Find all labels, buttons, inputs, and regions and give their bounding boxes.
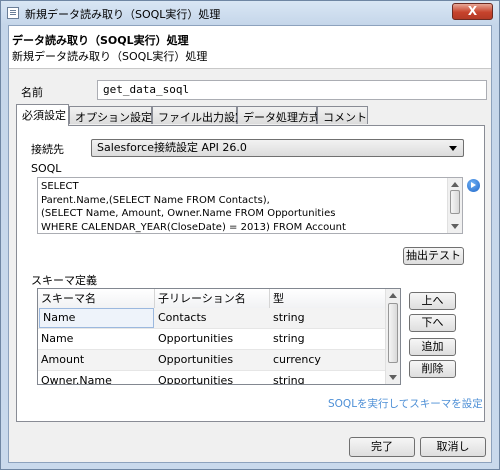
scroll-down-icon[interactable]	[389, 375, 397, 380]
grid-scrollbar[interactable]	[385, 289, 400, 384]
connection-select[interactable]: Salesforce接続設定 API 26.0	[91, 139, 464, 157]
table-cell[interactable]: string	[270, 371, 386, 384]
table-cell[interactable]: currency	[270, 350, 386, 370]
ok-button[interactable]: 完了	[349, 437, 415, 457]
scroll-up-icon[interactable]	[389, 293, 397, 298]
close-button[interactable]: X	[452, 3, 493, 20]
name-label: 名前	[21, 86, 43, 99]
scroll-thumb[interactable]	[388, 303, 398, 363]
column-header-type[interactable]: 型	[270, 289, 386, 308]
soql-text: SELECT Parent.Name,(SELECT Name FROM Con…	[41, 181, 346, 233]
table-cell[interactable]: Name	[39, 308, 154, 328]
scroll-thumb[interactable]	[450, 190, 460, 214]
chevron-down-icon	[449, 146, 457, 151]
column-header-child-relation[interactable]: 子リレーション名	[155, 289, 270, 308]
schema-label: スキーマ定義	[31, 274, 97, 287]
dialog-header: データ読み取り（SOQL実行）処理 新規データ読み取り（SOQL実行）処理	[9, 26, 491, 69]
name-input[interactable]: get_data_soql	[97, 80, 487, 100]
window-title: 新規データ読み取り（SOQL実行）処理	[25, 8, 221, 21]
grid-header: スキーマ名 子リレーション名 型	[38, 289, 386, 309]
connection-label: 接続先	[31, 143, 64, 156]
connection-value: Salesforce接続設定 API 26.0	[97, 141, 247, 154]
table-cell[interactable]: string	[270, 308, 386, 328]
tab-comment[interactable]: コメント	[317, 106, 368, 124]
header-subtitle: 新規データ読み取り（SOQL実行）処理	[12, 50, 208, 63]
header-title: データ読み取り（SOQL実行）処理	[12, 34, 189, 47]
table-cell[interactable]: Owner.Name	[38, 371, 155, 384]
delete-button[interactable]: 削除	[409, 360, 456, 378]
title-bar[interactable]: 新規データ読み取り（SOQL実行）処理 X	[1, 1, 499, 25]
move-down-button[interactable]: 下へ	[409, 314, 456, 332]
table-row[interactable]: Name Opportunities string	[38, 329, 386, 350]
column-header-schema-name[interactable]: スキーマ名	[38, 289, 155, 308]
table-cell[interactable]: Contacts	[155, 308, 270, 328]
schema-grid: スキーマ名 子リレーション名 型 Name Contacts string Na…	[37, 288, 401, 385]
table-cell[interactable]: Opportunities	[155, 350, 270, 370]
table-row[interactable]: Owner.Name Opportunities string	[38, 371, 386, 384]
table-cell[interactable]: Name	[38, 329, 155, 349]
dialog-window: 新規データ読み取り（SOQL実行）処理 X データ読み取り（SOQL実行）処理 …	[0, 0, 500, 470]
table-cell[interactable]: Opportunities	[155, 371, 270, 384]
tab-options[interactable]: オプション設定	[69, 106, 152, 124]
table-row[interactable]: Amount Opportunities currency	[38, 350, 386, 371]
arrow-right-circle-icon[interactable]	[467, 179, 480, 192]
cancel-button[interactable]: 取消し	[420, 437, 486, 457]
window-icon	[7, 7, 19, 19]
scroll-down-icon[interactable]	[451, 224, 459, 229]
scroll-up-icon[interactable]	[451, 182, 459, 187]
tab-data-processing[interactable]: データ処理方式	[237, 106, 320, 124]
soql-scrollbar[interactable]	[447, 178, 462, 233]
table-cell[interactable]: string	[270, 329, 386, 349]
tab-file-output[interactable]: ファイル出力設定	[152, 106, 246, 124]
table-row[interactable]: Name Contacts string	[38, 308, 386, 329]
tab-required[interactable]: 必須設定	[16, 104, 69, 126]
soql-label: SOQL	[31, 162, 62, 175]
add-button[interactable]: 追加	[409, 338, 456, 356]
extract-test-button[interactable]: 抽出テスト	[403, 247, 464, 265]
soql-textarea[interactable]: SELECT Parent.Name,(SELECT Name FROM Con…	[37, 177, 463, 234]
table-cell[interactable]: Amount	[38, 350, 155, 370]
move-up-button[interactable]: 上へ	[409, 292, 456, 310]
close-icon: X	[467, 4, 478, 18]
run-soql-set-schema-link[interactable]: SOQLを実行してスキーマを設定	[328, 396, 483, 411]
table-cell[interactable]: Opportunities	[155, 329, 270, 349]
